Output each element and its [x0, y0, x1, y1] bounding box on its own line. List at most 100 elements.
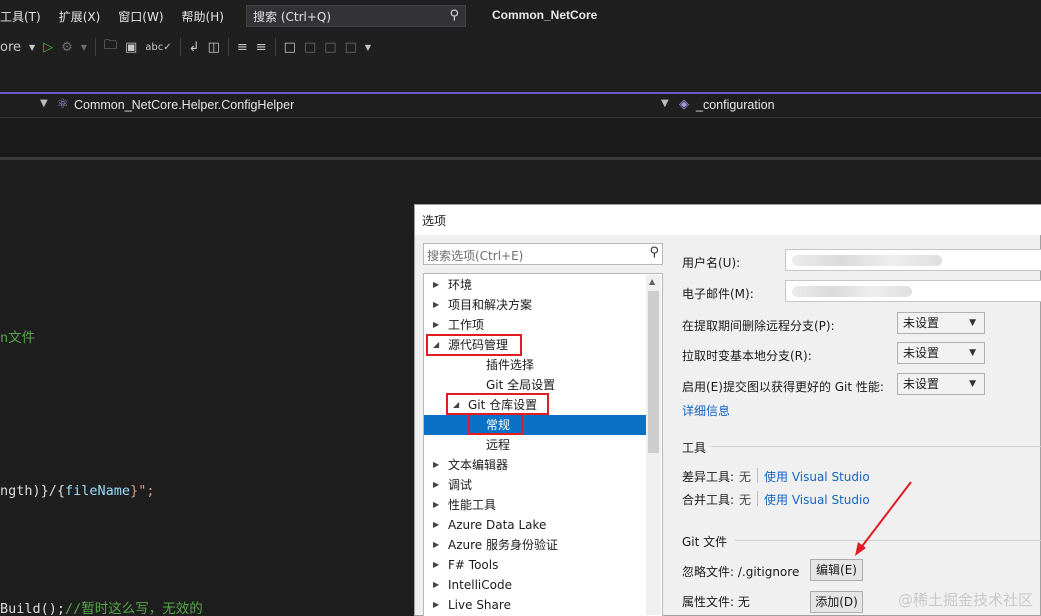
tree-item-label: 项目和解决方案 [448, 298, 533, 312]
tree-item[interactable]: ▶ 环境 [424, 275, 646, 295]
toolbar-separator [179, 38, 181, 56]
tree-item[interactable]: ▶ IntelliCode [424, 575, 646, 595]
class-icon: ⚛ [57, 97, 69, 112]
search-icon: ⚲ [649, 245, 659, 260]
caret-collapsed-icon[interactable]: ▶ [433, 315, 439, 335]
chevron-down-icon: ▼ [969, 348, 976, 358]
search-icon: ⚲ [449, 8, 459, 23]
add-attr-button[interactable]: 添加(D) [810, 591, 863, 613]
caret-collapsed-icon[interactable]: ▶ [433, 515, 439, 535]
project-dropdown-icon[interactable]: ▼ [40, 98, 48, 109]
window-title: Common_NetCore [492, 8, 598, 22]
merge-tool-link[interactable]: 使用 Visual Studio [764, 491, 870, 508]
caret-collapsed-icon[interactable]: ▶ [433, 455, 439, 475]
tree-item-label: 文本编辑器 [448, 458, 509, 472]
tree-item[interactable]: 远程 [424, 435, 646, 455]
prune-combo[interactable]: 未设置 ▼ [897, 312, 985, 334]
highlight-box [468, 413, 523, 435]
tree-item[interactable]: ▶ Azure Data Lake [424, 515, 646, 535]
tree-item[interactable]: ▶ 工作项 [424, 315, 646, 335]
scroll-up-icon[interactable]: ▲ [649, 277, 655, 286]
scrollbar-thumb[interactable] [648, 291, 659, 453]
code-line: Build();//暂时这么写，无效的 [0, 597, 203, 616]
menu-tools[interactable]: 工具(T) [0, 8, 41, 25]
tree-item[interactable]: ▶ 性能工具 [424, 495, 646, 515]
code-variable: fileName [65, 483, 131, 499]
caret-collapsed-icon[interactable]: ▶ [433, 595, 439, 615]
caret-collapsed-icon[interactable]: ▶ [433, 275, 439, 295]
indent-icon[interactable]: ≡ [237, 40, 248, 55]
window-layout-icon[interactable]: ▣ [125, 40, 137, 55]
caret-collapsed-icon[interactable]: ▶ [433, 555, 439, 575]
attach-dropdown-icon[interactable]: ▼ [81, 43, 87, 52]
class-dropdown-icon[interactable]: ▼ [661, 98, 669, 109]
bookmark-next-icon[interactable]: □ [324, 40, 336, 55]
rebase-combo[interactable]: 未设置 ▼ [897, 342, 985, 364]
toolbar-separator [227, 38, 229, 56]
panel-icon[interactable]: ◫ [208, 40, 220, 55]
start-debug-icon[interactable]: ▷ [43, 40, 53, 55]
tree-item-label: Azure Data Lake [448, 518, 547, 532]
tree-item[interactable]: Git 全局设置 [424, 375, 646, 395]
tree-item-label: Live Share [448, 598, 511, 612]
username-label: 用户名(U): [682, 256, 741, 270]
outdent-icon[interactable]: ≡ [256, 40, 267, 55]
tree-item-label: Git 全局设置 [486, 378, 556, 392]
code-text: }"; [130, 483, 155, 499]
attach-icon[interactable]: ⚙ [61, 40, 73, 55]
class-path[interactable]: Common_NetCore.Helper.ConfigHelper [74, 98, 294, 112]
details-link[interactable]: 详细信息 [682, 402, 730, 419]
tree-item-label: 工作项 [448, 318, 485, 332]
global-search-box[interactable]: 搜索 (Ctrl+Q) ⚲ [246, 5, 466, 27]
dialog-titlebar[interactable]: 选项 [415, 205, 1041, 235]
tree-scrollbar[interactable]: ▲ [646, 275, 661, 615]
caret-collapsed-icon[interactable]: ▶ [433, 295, 439, 315]
tree-item[interactable]: 插件选择 [424, 355, 646, 375]
tree-item-label: 调试 [448, 478, 473, 492]
member-name[interactable]: _configuration [696, 98, 775, 112]
folder-icon[interactable]: 🗀 [104, 36, 117, 58]
tree-item[interactable]: ▶ F# Tools [424, 555, 646, 575]
rebase-label: 拉取时变基本地分支(R): [682, 349, 812, 363]
commitgraph-combo[interactable]: 未设置 ▼ [897, 373, 985, 395]
diff-tool-link[interactable]: 使用 Visual Studio [764, 468, 870, 485]
menu-help[interactable]: 帮助(H) [182, 8, 224, 25]
caret-collapsed-icon[interactable]: ▶ [433, 575, 439, 595]
tree-item[interactable]: ▶ 项目和解决方案 [424, 295, 646, 315]
options-tree[interactable]: ▲ ▶ 环境 ▶ 项目和解决方案 ▶ 工作项 ◢ 源代码管理 插件选择 Git 全局设置 ◢ Git … [423, 273, 663, 616]
tree-item[interactable]: 常规 [424, 415, 646, 435]
email-field[interactable] [785, 280, 1041, 302]
toolbar-overflow-icon[interactable]: ▼ [365, 43, 371, 52]
tree-item[interactable]: ▶ 调试 [424, 475, 646, 495]
bookmark-prev-icon[interactable]: □ [304, 40, 316, 55]
merge-tool-value: 无 [739, 493, 752, 507]
caret-collapsed-icon[interactable]: ▶ [433, 475, 439, 495]
code-comment: //暂时这么写，无效的 [65, 601, 203, 616]
tree-item[interactable]: ▶ Live Share [424, 595, 646, 615]
bookmark-clear-icon[interactable]: □ [345, 40, 357, 55]
combo-value: 未设置 [903, 346, 940, 360]
edit-ignore-button[interactable]: 编辑(E) [810, 559, 863, 581]
attr-file-label: 属性文件: 无 [682, 595, 750, 609]
menu-extensions[interactable]: 扩展(X) [59, 8, 101, 25]
tree-item[interactable]: ▶ 文本编辑器 [424, 455, 646, 475]
step-icon[interactable]: ↲ [189, 40, 200, 55]
caret-collapsed-icon[interactable]: ▶ [433, 495, 439, 515]
tree-item-label: Azure 服务身份验证 [448, 538, 558, 552]
dropdown-arrow-icon[interactable]: ▼ [29, 43, 35, 52]
section-divider [711, 446, 1041, 447]
diff-tool-value: 无 [739, 470, 752, 484]
options-search-input[interactable]: 搜索选项(Ctrl+E) ⚲ [423, 243, 663, 265]
combo-value: 未设置 [903, 377, 940, 391]
config-dropdown[interactable]: ore [0, 40, 21, 55]
caret-collapsed-icon[interactable]: ▶ [433, 535, 439, 555]
spell-check-icon[interactable]: abc✓ [145, 42, 171, 53]
redacted-value [792, 255, 942, 266]
bookmark-icon[interactable]: □ [284, 40, 296, 55]
menu-window[interactable]: 窗口(W) [118, 8, 163, 25]
username-field[interactable] [785, 249, 1041, 271]
diff-tool-label: 差异工具: [682, 470, 735, 484]
combo-value: 未设置 [903, 316, 940, 330]
tree-item[interactable]: ▶ Azure 服务身份验证 [424, 535, 646, 555]
tree-item-label: 环境 [448, 278, 473, 292]
